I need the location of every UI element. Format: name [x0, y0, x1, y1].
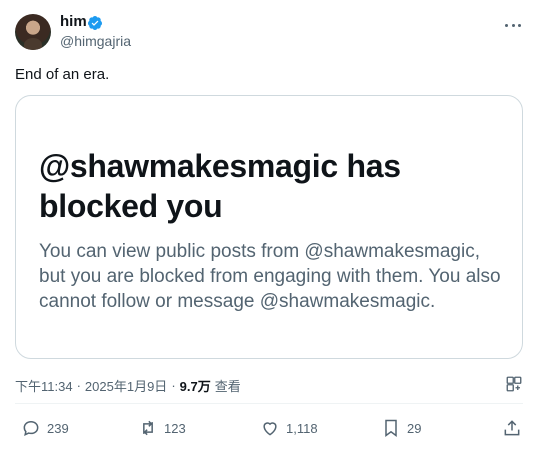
views-label: 查看: [214, 379, 241, 394]
more-options-icon[interactable]: [502, 17, 524, 33]
views-count: 9.7万: [179, 379, 211, 394]
reply-icon: [23, 420, 39, 436]
share-button[interactable]: [502, 418, 522, 438]
verified-badge-icon: [87, 16, 102, 30]
timestamp-time[interactable]: 下午11:34: [15, 376, 73, 395]
repost-count: 123: [164, 420, 186, 436]
share-icon: [504, 420, 520, 436]
repost-icon: [143, 420, 153, 436]
action-bar: 239 123 1,118 29: [0, 418, 533, 442]
meta-separator: ·: [171, 378, 176, 393]
bookmark-icon: [385, 419, 397, 437]
embedded-image-card[interactable]: @shawmakesmagic has blocked you You can …: [15, 95, 523, 359]
bookmark-count: 29: [407, 420, 422, 436]
avatar[interactable]: [15, 14, 51, 50]
card-title: @shawmakesmagic has blocked you: [39, 148, 401, 224]
tweet-metadata: 下午11:34 · 2025年1月9日 · 9.7万 查看: [15, 376, 241, 395]
timestamp-date[interactable]: 2025年1月9日: [85, 376, 167, 395]
tweet-text: End of an era.: [15, 66, 110, 83]
like-count: 1,118: [286, 420, 318, 436]
grok-explain-icon[interactable]: [505, 375, 523, 393]
divider: [15, 403, 523, 404]
meta-separator: ·: [76, 378, 81, 393]
bookmark-button[interactable]: 29: [381, 418, 421, 438]
heart-icon: [263, 422, 277, 436]
author-handle[interactable]: @himgajria: [60, 33, 131, 49]
reply-button[interactable]: 239: [21, 418, 69, 438]
reply-count: 239: [47, 420, 69, 436]
repost-button[interactable]: 123: [138, 418, 186, 438]
author-display-name[interactable]: him: [60, 13, 87, 30]
like-button[interactable]: 1,118: [260, 418, 318, 438]
card-body: You can view public posts from @shawmake…: [39, 241, 501, 312]
